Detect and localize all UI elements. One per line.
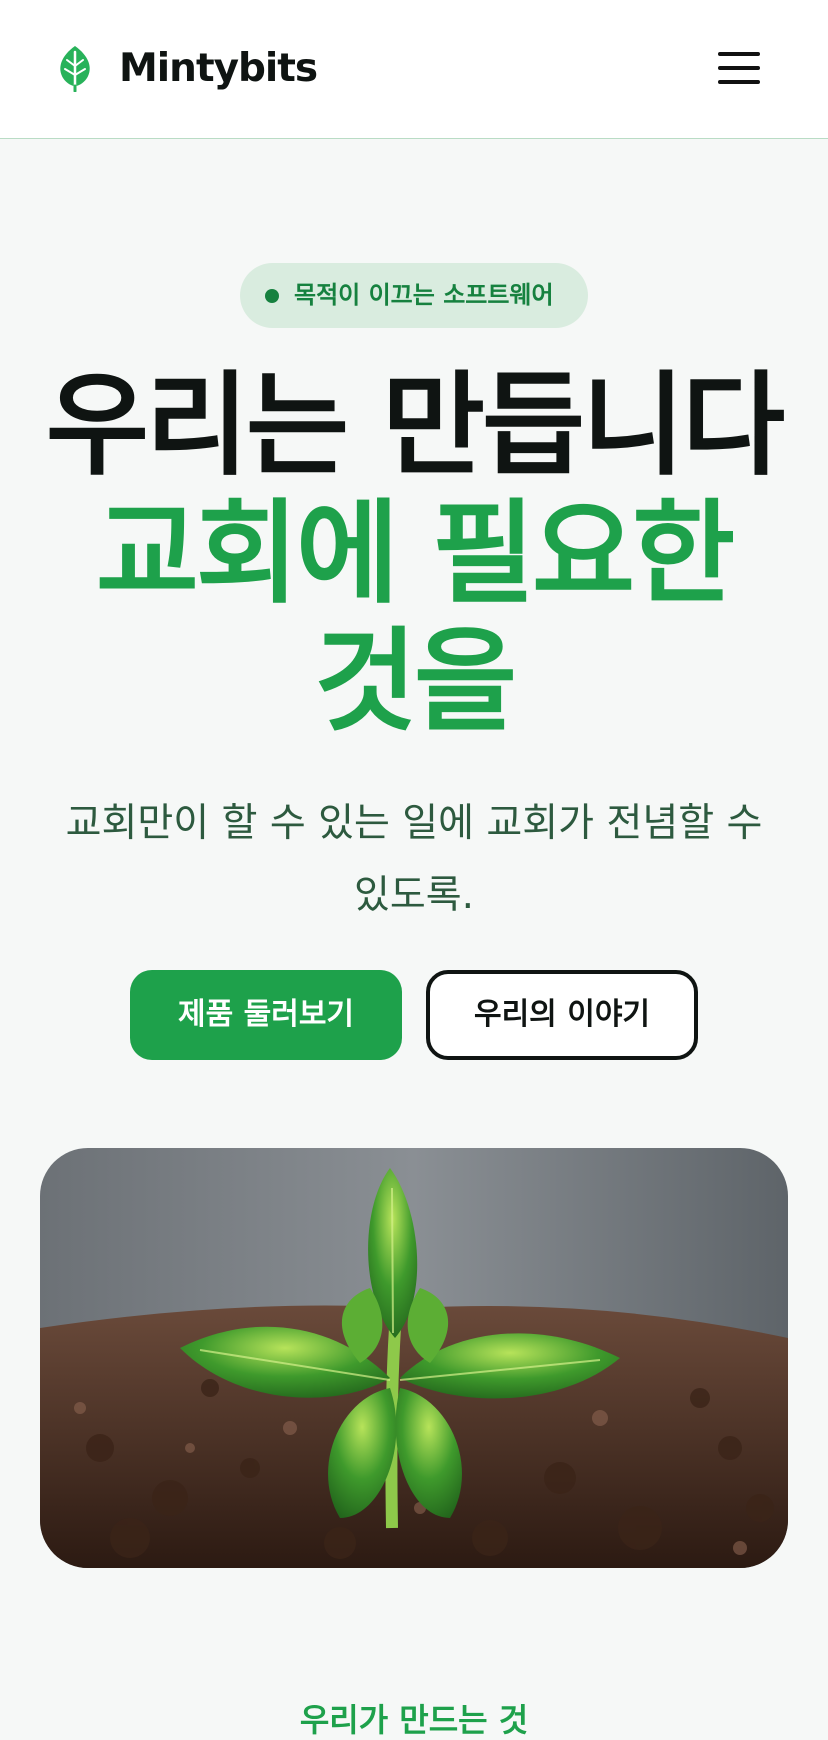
brand-name[interactable]: Mintybits [119, 44, 318, 94]
hero-headline: 우리는 만듭니다 교회에 필요한 것을 [0, 362, 828, 746]
mint-sprout-image [40, 1148, 788, 1568]
our-story-button[interactable]: 우리의 이야기 [426, 970, 698, 1060]
headline-line-1: 우리는 만듭니다 [45, 361, 785, 491]
site-header: Mintybits [0, 0, 828, 139]
headline-line-2: 교회에 필요한 [95, 489, 735, 619]
badge-dot-icon [265, 289, 279, 303]
hero-subtitle: 교회만이 할 수 있는 일에 교회가 전념할 수 있도록. [65, 801, 763, 918]
hamburger-menu-icon[interactable] [718, 52, 760, 86]
badge-text: 목적이 이끄는 소프트웨어 [294, 281, 554, 309]
tagline-badge: 목적이 이끄는 소프트웨어 [240, 263, 588, 328]
explore-products-button[interactable]: 제품 둘러보기 [130, 970, 402, 1060]
headline-line-3: 것을 [313, 617, 517, 747]
hero-image [40, 1148, 788, 1568]
leaf-icon[interactable] [55, 44, 95, 92]
next-section-heading: 우리가 만드는 것 [299, 1701, 529, 1739]
